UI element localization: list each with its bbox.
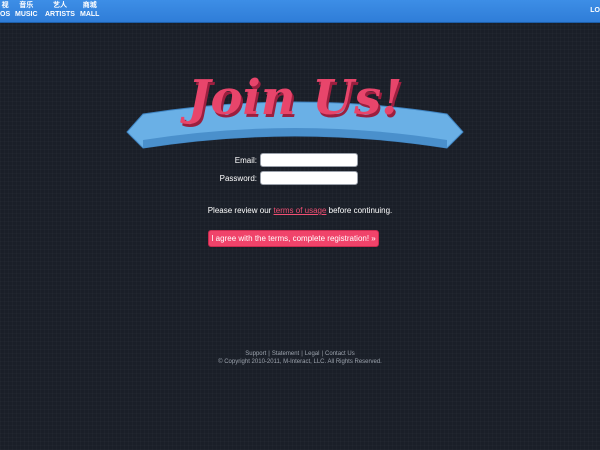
join-us-logo: Join Us! Join Us!: [126, 70, 464, 149]
footer-link-contact[interactable]: Contact Us: [325, 351, 355, 357]
terms-notice: Please review our terms of usage before …: [0, 206, 600, 215]
nav-item-cn-label: 艺人: [52, 2, 67, 9]
footer-link-legal[interactable]: Legal: [305, 351, 320, 357]
footer-separator: |: [301, 351, 303, 357]
nav-item-cn-label: 视: [1, 2, 9, 9]
nav-item-mall[interactable]: 商城 MALL: [80, 1, 99, 19]
agree-register-button[interactable]: I agree with the terms, complete registr…: [208, 230, 379, 247]
terms-notice-before: Please review our: [207, 206, 274, 215]
email-field[interactable]: [260, 153, 358, 167]
nav-item-cn-label: 音乐: [19, 2, 34, 9]
nav-item-videos[interactable]: 视 OS: [0, 1, 10, 19]
nav-item-en-label: ARTISTS: [45, 11, 75, 18]
logo-text: Join Us!: [180, 70, 403, 126]
password-label: Password:: [219, 174, 257, 183]
footer-links: Support | Statement | Legal | Contact Us: [0, 351, 600, 357]
login-link[interactable]: LO: [590, 7, 600, 14]
footer-link-support[interactable]: Support: [245, 351, 266, 357]
nav-item-artists[interactable]: 艺人 ARTISTS: [45, 1, 75, 19]
nav-item-en-label: OS: [0, 11, 11, 18]
terms-notice-after: before continuing.: [326, 206, 393, 215]
nav-item-en-label: MALL: [80, 11, 100, 18]
terms-of-usage-link[interactable]: terms of usage: [274, 206, 327, 215]
top-nav-bar: 视 OS 音乐 MUSIC 艺人 ARTISTS 商城 MALL LO: [0, 0, 600, 23]
password-field[interactable]: [260, 171, 358, 185]
footer-link-statement[interactable]: Statement: [272, 351, 299, 357]
copyright-text: © Copyright 2010-2011, M-Interact, LLC. …: [218, 359, 382, 365]
footer-separator: |: [268, 351, 270, 357]
nav-item-music[interactable]: 音乐 MUSIC: [15, 1, 38, 19]
nav-item-en-label: MUSIC: [15, 11, 38, 18]
email-label: Email:: [234, 156, 257, 165]
nav-item-cn-label: 商城: [82, 2, 97, 9]
footer-separator: |: [321, 351, 324, 357]
